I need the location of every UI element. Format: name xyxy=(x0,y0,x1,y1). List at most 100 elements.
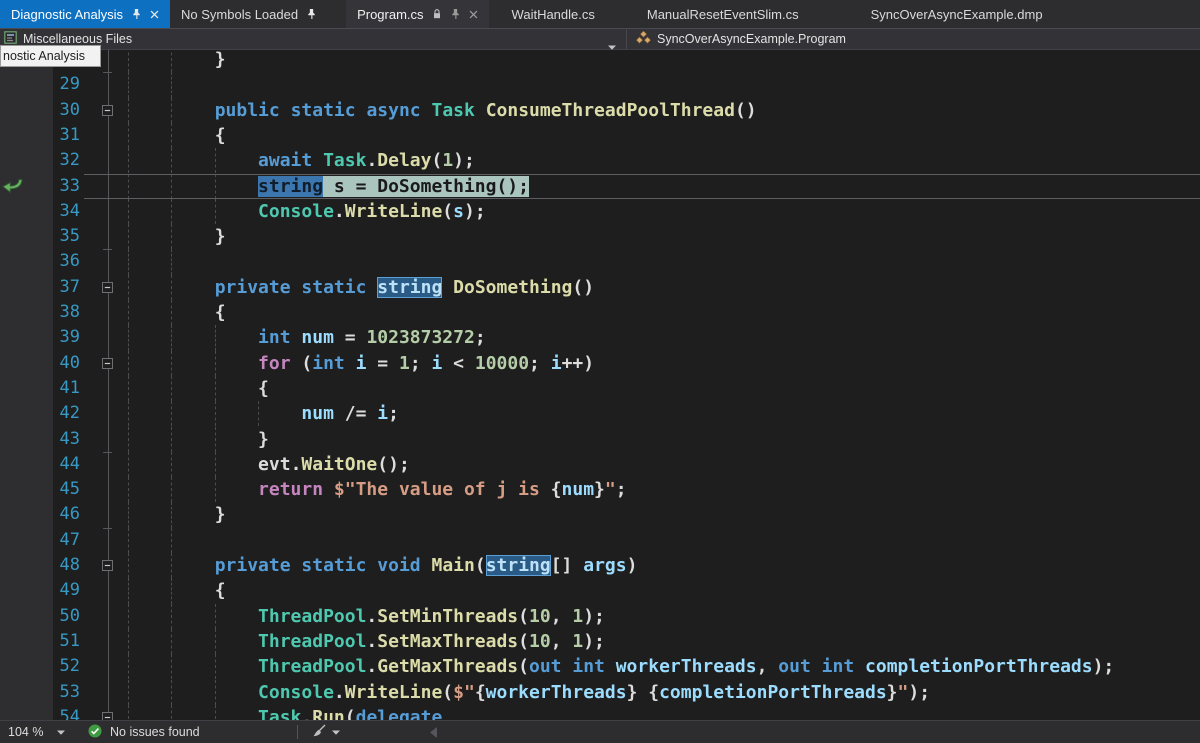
tab-diagnostic-analysis[interactable]: Diagnostic Analysis xyxy=(0,0,170,28)
code-line-45[interactable]: 45 return $"The value of j is {num}"; xyxy=(0,477,1200,502)
tab-label: Diagnostic Analysis xyxy=(11,7,123,22)
line-number: 32 xyxy=(0,148,80,173)
project-dropdown-label: Miscellaneous Files xyxy=(23,32,132,46)
lock-icon xyxy=(432,8,442,20)
code-text: Console.WriteLine($"{workerThreads} {com… xyxy=(128,680,930,705)
zoom-level: 104 % xyxy=(8,725,43,739)
statusbar-separator xyxy=(297,725,298,739)
indent-guide xyxy=(171,72,172,97)
code-line-38[interactable]: 38 { xyxy=(0,300,1200,325)
code-editor[interactable]: } 2930 public static async Task ConsumeTh… xyxy=(0,50,1200,720)
code-line-46[interactable]: 46 } xyxy=(0,502,1200,527)
indent-guide xyxy=(128,528,129,553)
code-line-53[interactable]: 53 Console.WriteLine($"{workerThreads} {… xyxy=(0,680,1200,705)
tab-manualreseteventslim-cs[interactable]: ManualResetEventSlim.cs xyxy=(636,0,810,28)
collapse-region-button[interactable] xyxy=(102,560,113,571)
tab-label: WaitHandle.cs xyxy=(512,7,595,22)
pin-icon[interactable] xyxy=(131,8,142,20)
indent-guide xyxy=(171,249,172,274)
tab-waithandle-cs[interactable]: WaitHandle.cs xyxy=(501,0,606,28)
code-line-50[interactable]: 50 ThreadPool.SetMinThreads(10, 1); xyxy=(0,604,1200,629)
member-dropdown[interactable]: SyncOverAsyncExample.Program xyxy=(636,29,846,49)
line-number: 29 xyxy=(0,72,80,97)
pin-icon[interactable] xyxy=(450,8,461,20)
code-line-32[interactable]: 32 await Task.Delay(1); xyxy=(0,148,1200,173)
code-text: ThreadPool.SetMinThreads(10, 1); xyxy=(128,604,605,629)
code-line-51[interactable]: 51 ThreadPool.SetMaxThreads(10, 1); xyxy=(0,629,1200,654)
collapse-region-button[interactable] xyxy=(102,282,113,293)
code-line-39[interactable]: 39 int num = 1023873272; xyxy=(0,325,1200,350)
document-health-indicator[interactable]: No issues found xyxy=(88,721,200,743)
visual-studio-window: Diagnostic Analysis No Symbols Loaded Prog… xyxy=(0,0,1200,743)
close-icon[interactable] xyxy=(150,10,159,19)
line-number: 41 xyxy=(0,376,80,401)
line-number: 37 xyxy=(0,275,80,300)
line-number: 46 xyxy=(0,502,80,527)
code-line-41[interactable]: 41 { xyxy=(0,376,1200,401)
code-text: return $"The value of j is {num}"; xyxy=(128,477,627,502)
document-tab-bar: Diagnostic Analysis No Symbols Loaded Prog… xyxy=(0,0,1200,28)
indent-guide xyxy=(171,528,172,553)
line-number: 44 xyxy=(0,452,80,477)
line-number: 40 xyxy=(0,351,80,376)
collapse-region-button[interactable] xyxy=(102,105,113,116)
navbar-separator xyxy=(626,29,627,49)
current-statement-arrow-icon xyxy=(2,178,23,194)
line-number: 34 xyxy=(0,199,80,224)
indent-guide xyxy=(128,249,129,274)
collapse-region-button[interactable] xyxy=(102,358,113,369)
code-line-48[interactable]: 48 private static void Main(string[] arg… xyxy=(0,553,1200,578)
indent-guide xyxy=(128,72,129,97)
close-icon[interactable] xyxy=(469,10,478,19)
chevron-down-icon xyxy=(57,730,65,735)
code-line-30[interactable]: 30 public static async Task ConsumeThrea… xyxy=(0,98,1200,123)
code-text: } xyxy=(128,502,226,527)
code-text: num /= i; xyxy=(128,401,399,426)
line-number: 49 xyxy=(0,578,80,603)
editor-status-bar: 104 % No issues found xyxy=(0,720,1200,743)
code-line-37[interactable]: 37 private static string DoSomething() xyxy=(0,275,1200,300)
code-line-52[interactable]: 52 ThreadPool.GetMaxThreads(out int work… xyxy=(0,654,1200,679)
code-text: } xyxy=(128,50,226,72)
code-line-43[interactable]: 43 } xyxy=(0,427,1200,452)
code-text: } xyxy=(128,427,269,452)
code-line-29[interactable]: 29 xyxy=(0,72,1200,97)
class-icon xyxy=(636,31,651,48)
line-number: 53 xyxy=(0,680,80,705)
line-number: 36 xyxy=(0,249,80,274)
member-dropdown-label: SyncOverAsyncExample.Program xyxy=(657,32,846,46)
code-line-54[interactable]: 54 Task.Run(delegate xyxy=(0,705,1200,720)
code-line-40[interactable]: 40 for (int i = 1; i < 10000; i++) xyxy=(0,351,1200,376)
zoom-control[interactable]: 104 % xyxy=(8,721,65,743)
tab-syncoverasyncexample-dmp[interactable]: SyncOverAsyncExample.dmp xyxy=(860,0,1054,28)
line-number: 42 xyxy=(0,401,80,426)
line-number: 52 xyxy=(0,654,80,679)
code-text: evt.WaitOne(); xyxy=(128,452,410,477)
tab-label: No Symbols Loaded xyxy=(181,7,298,22)
code-line-44[interactable]: 44 evt.WaitOne(); xyxy=(0,452,1200,477)
code-line[interactable]: } xyxy=(0,50,1200,72)
code-line-42[interactable]: 42 num /= i; xyxy=(0,401,1200,426)
code-line-49[interactable]: 49 { xyxy=(0,578,1200,603)
code-text: Console.WriteLine(s); xyxy=(128,199,486,224)
tab-tooltip: nostic Analysis xyxy=(0,45,101,67)
health-label: No issues found xyxy=(110,725,200,739)
code-line-36[interactable]: 36 xyxy=(0,249,1200,274)
code-line-34[interactable]: 34 Console.WriteLine(s); xyxy=(0,199,1200,224)
code-line-33[interactable]: 33 string s = DoSomething(); xyxy=(0,174,1200,199)
line-number: 30 xyxy=(0,98,80,123)
code-text: ThreadPool.SetMaxThreads(10, 1); xyxy=(128,629,605,654)
code-line-35[interactable]: 35 } xyxy=(0,224,1200,249)
code-text: for (int i = 1; i < 10000; i++) xyxy=(128,351,594,376)
scroll-left-arrow-icon[interactable] xyxy=(430,721,437,743)
tab-program-cs[interactable]: Program.cs xyxy=(346,0,488,28)
code-cleanup-button[interactable] xyxy=(312,721,340,743)
code-line-31[interactable]: 31 { xyxy=(0,123,1200,148)
pin-icon[interactable] xyxy=(306,8,317,20)
tab-no-symbols-loaded[interactable]: No Symbols Loaded xyxy=(170,0,328,28)
chevron-down-icon xyxy=(332,730,340,735)
line-number: 39 xyxy=(0,325,80,350)
collapse-region-button[interactable] xyxy=(102,712,113,720)
code-line-47[interactable]: 47 xyxy=(0,528,1200,553)
navigation-bar: Miscellaneous Files SyncOverAsyncExample… xyxy=(0,28,1200,50)
